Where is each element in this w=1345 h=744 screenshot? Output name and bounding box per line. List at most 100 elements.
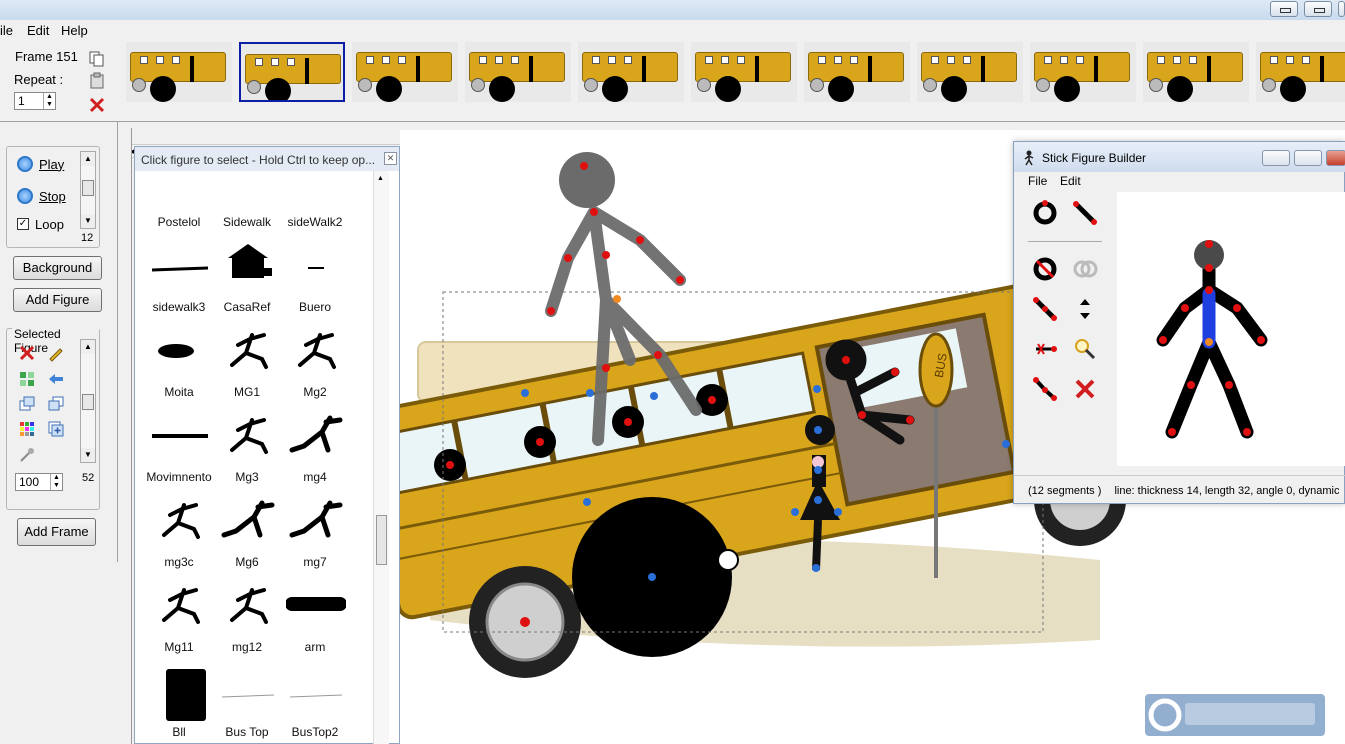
frame-thumbnail[interactable] <box>578 42 684 102</box>
loop-checkbox[interactable]: ✓ Loop <box>17 214 64 234</box>
paste-frame-icon[interactable] <box>88 72 106 90</box>
no-ring-icon[interactable] <box>1032 256 1058 282</box>
thumb-window <box>172 56 180 64</box>
frame-thumbnail[interactable] <box>352 42 458 102</box>
menu-edit[interactable]: Edit <box>27 23 49 38</box>
thumb-wheel <box>923 78 937 92</box>
opacity-spinner[interactable]: 100 ▲ ▼ <box>15 473 63 491</box>
repeat-spinner[interactable]: 1 ▲ ▼ <box>14 92 56 110</box>
frame-thumbnail[interactable] <box>465 42 571 102</box>
frame-thumbnail[interactable] <box>1256 42 1345 102</box>
library-item[interactable]: Movimnento <box>144 406 214 491</box>
library-scroll-handle[interactable] <box>376 515 387 565</box>
library-item[interactable]: mg4 <box>280 406 350 491</box>
spinner-arrows-icon[interactable]: ▲ ▼ <box>50 474 62 490</box>
up-down-arrows-icon[interactable] <box>1072 296 1098 322</box>
library-scrollbar[interactable]: ▲ <box>373 171 389 744</box>
bush-icon <box>158 344 194 358</box>
thumb-figure <box>1320 56 1324 82</box>
stop-button[interactable]: Stop <box>17 186 66 206</box>
scroll-up-icon[interactable]: ▲ <box>81 340 95 354</box>
library-item[interactable]: mg7 <box>280 491 350 576</box>
thumb-ball <box>265 78 291 100</box>
close-icon[interactable]: ✕ <box>384 152 397 165</box>
library-item[interactable]: mg12 <box>212 576 282 661</box>
ghost-circles-icon[interactable] <box>1072 256 1098 282</box>
thumb-window <box>705 56 713 64</box>
figure-scroll-handle[interactable] <box>82 394 94 410</box>
library-item[interactable]: sidewalk3 <box>144 236 214 321</box>
library-item[interactable]: Mg3 <box>212 406 282 491</box>
library-item[interactable]: CasaRef <box>212 236 282 321</box>
library-item[interactable]: mg3c <box>144 491 214 576</box>
segment-icon[interactable] <box>1032 296 1058 322</box>
frame-thumbnail[interactable] <box>917 42 1023 102</box>
flip-figure-icon[interactable] <box>18 370 36 388</box>
delete-frame-icon[interactable] <box>88 96 106 114</box>
send-back-icon[interactable] <box>47 395 65 413</box>
magnifier-icon[interactable] <box>1072 336 1098 362</box>
ring-icon[interactable] <box>1032 200 1058 226</box>
builder-minimize-button[interactable] <box>1262 150 1290 166</box>
library-title: Click figure to select - Hold Ctrl to ke… <box>135 147 399 171</box>
builder-maximize-button[interactable] <box>1294 150 1322 166</box>
library-item[interactable]: Sidewalk <box>212 171 282 236</box>
check-icon: ✓ <box>17 218 29 230</box>
scroll-down-icon[interactable]: ▼ <box>81 448 95 462</box>
line-segment-icon[interactable] <box>1072 200 1098 226</box>
library-item[interactable]: Mg11 <box>144 576 214 661</box>
library-item[interactable]: Bus Top <box>212 661 282 744</box>
figure-scrollbar[interactable]: ▲ ▼ <box>80 339 96 463</box>
spinner-arrows-icon[interactable]: ▲ ▼ <box>43 93 55 109</box>
library-item[interactable]: arm <box>280 576 350 661</box>
delete-icon[interactable] <box>1072 376 1098 402</box>
eyedropper-icon[interactable] <box>18 446 36 464</box>
copy-frame-icon[interactable] <box>88 50 106 68</box>
library-item[interactable]: MG1 <box>212 321 282 406</box>
frame-thumbnail[interactable] <box>239 42 345 102</box>
builder-preview-canvas[interactable] <box>1117 192 1345 466</box>
library-item-label: arm <box>304 640 326 654</box>
background-button[interactable]: Background <box>13 256 102 280</box>
menu-help[interactable]: Help <box>61 23 88 38</box>
remove-segment-icon[interactable] <box>1032 336 1058 362</box>
builder-menu-file[interactable]: File <box>1028 174 1047 188</box>
speed-scroll-handle[interactable] <box>82 180 94 196</box>
scroll-up-icon[interactable]: ▲ <box>81 152 95 166</box>
bring-front-icon[interactable] <box>18 395 36 413</box>
library-item[interactable]: Mg6 <box>212 491 282 576</box>
library-item[interactable]: Buero <box>280 236 350 321</box>
color-palette-icon[interactable] <box>18 420 36 438</box>
library-item[interactable]: Moita <box>144 321 214 406</box>
frame-thumbnail[interactable] <box>126 42 232 102</box>
library-item[interactable]: Postelol <box>144 171 214 236</box>
library-item[interactable]: Mg2 <box>280 321 350 406</box>
edit-figure-icon[interactable] <box>47 344 65 362</box>
frame-thumbnail[interactable] <box>691 42 797 102</box>
scroll-up-icon[interactable]: ▲ <box>377 175 384 182</box>
frame-thumbnail[interactable] <box>1030 42 1136 102</box>
maximize-button[interactable] <box>1304 1 1332 17</box>
library-item[interactable]: Bll <box>144 661 214 744</box>
frame-thumbnail[interactable] <box>804 42 910 102</box>
mirror-figure-icon[interactable] <box>47 370 65 388</box>
menu-file[interactable]: ile <box>0 23 13 38</box>
add-frame-button[interactable]: Add Frame <box>17 518 96 546</box>
thumb-figure <box>190 56 194 82</box>
library-item[interactable]: BusTop2 <box>280 661 350 744</box>
speed-scrollbar[interactable]: ▲ ▼ <box>80 151 96 229</box>
delete-figure-icon[interactable] <box>18 344 36 362</box>
scroll-down-icon[interactable]: ▼ <box>81 214 95 228</box>
polyline-icon[interactable] <box>1032 376 1058 402</box>
builder-close-button[interactable] <box>1326 150 1345 166</box>
add-copy-icon[interactable] <box>47 420 65 438</box>
builder-status-bar: (12 segments ) line: thickness 14, lengt… <box>1014 475 1345 503</box>
minimize-button[interactable] <box>1270 1 1298 17</box>
close-button[interactable] <box>1338 1 1345 17</box>
frame-thumbnail[interactable] <box>1143 42 1249 102</box>
add-figure-button[interactable]: Add Figure <box>13 288 102 312</box>
canvas-divider <box>126 128 132 744</box>
play-button[interactable]: Play <box>17 154 64 174</box>
builder-menu-edit[interactable]: Edit <box>1060 174 1081 188</box>
library-item[interactable]: sideWalk2 <box>280 171 350 236</box>
